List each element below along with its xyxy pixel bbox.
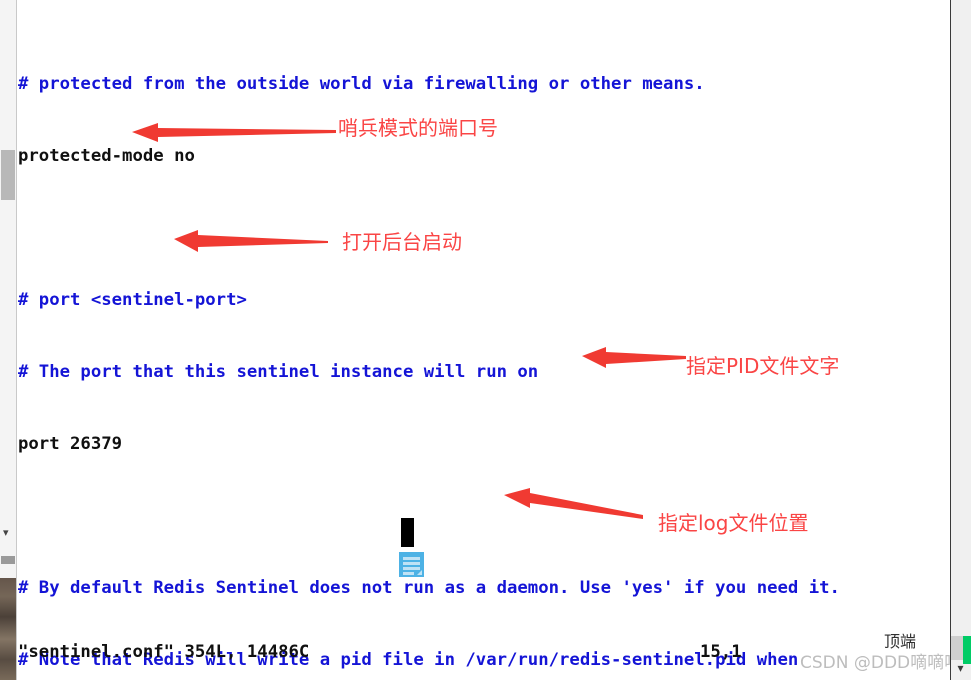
vim-status-scroll-label: 顶端	[884, 632, 917, 651]
i-beam-block-cursor-icon	[401, 518, 414, 547]
right-scrollbar[interactable]: ▾	[950, 0, 971, 680]
right-scrollbar-track[interactable]	[951, 0, 971, 636]
annotation-label-logfile: 指定log文件位置	[658, 511, 809, 535]
code-line-text: port 26379	[18, 434, 123, 454]
chevron-down-icon[interactable]: ▾	[954, 660, 967, 676]
code-line: # port <sentinel-port>	[17, 288, 951, 312]
terminal-text-area[interactable]: # protected from the outside world via f…	[17, 0, 951, 680]
vim-editor-window: ▾ # protected from the outside world via…	[0, 0, 971, 680]
code-line: # protected from the outside world via f…	[17, 72, 951, 96]
annotation-label-daemonize: 打开后台启动	[342, 230, 462, 254]
code-line-text: # The port that this sentinel instance w…	[18, 362, 539, 382]
code-line: # By default Redis Sentinel does not run…	[17, 576, 951, 600]
right-scrollbar-thumb-backing[interactable]	[951, 636, 963, 660]
left-scrollbar-thumb-secondary[interactable]	[1, 556, 15, 564]
code-line-text: # port <sentinel-port>	[18, 290, 247, 310]
left-scrollbar[interactable]: ▾	[0, 0, 17, 680]
left-scrollbar-thumb[interactable]	[1, 150, 15, 200]
annotation-label-port: 哨兵模式的端口号	[338, 116, 498, 140]
document-icon	[399, 552, 424, 577]
code-line-text: # protected from the outside world via f…	[18, 74, 705, 94]
code-line-text: # By default Redis Sentinel does not run…	[18, 578, 840, 598]
vim-status-cursor-position: 15,1	[700, 642, 742, 662]
code-line-text: protected-mode no	[18, 146, 195, 166]
background-artifact	[0, 578, 16, 680]
chevron-down-icon[interactable]: ▾	[3, 527, 14, 538]
code-line: protected-mode no	[17, 144, 951, 168]
code-line: port 26379	[17, 432, 951, 456]
vim-status-file-info: "sentinel.conf" 354L, 14486C	[18, 642, 310, 662]
annotation-label-pidfile: 指定PID文件文字	[686, 354, 840, 378]
